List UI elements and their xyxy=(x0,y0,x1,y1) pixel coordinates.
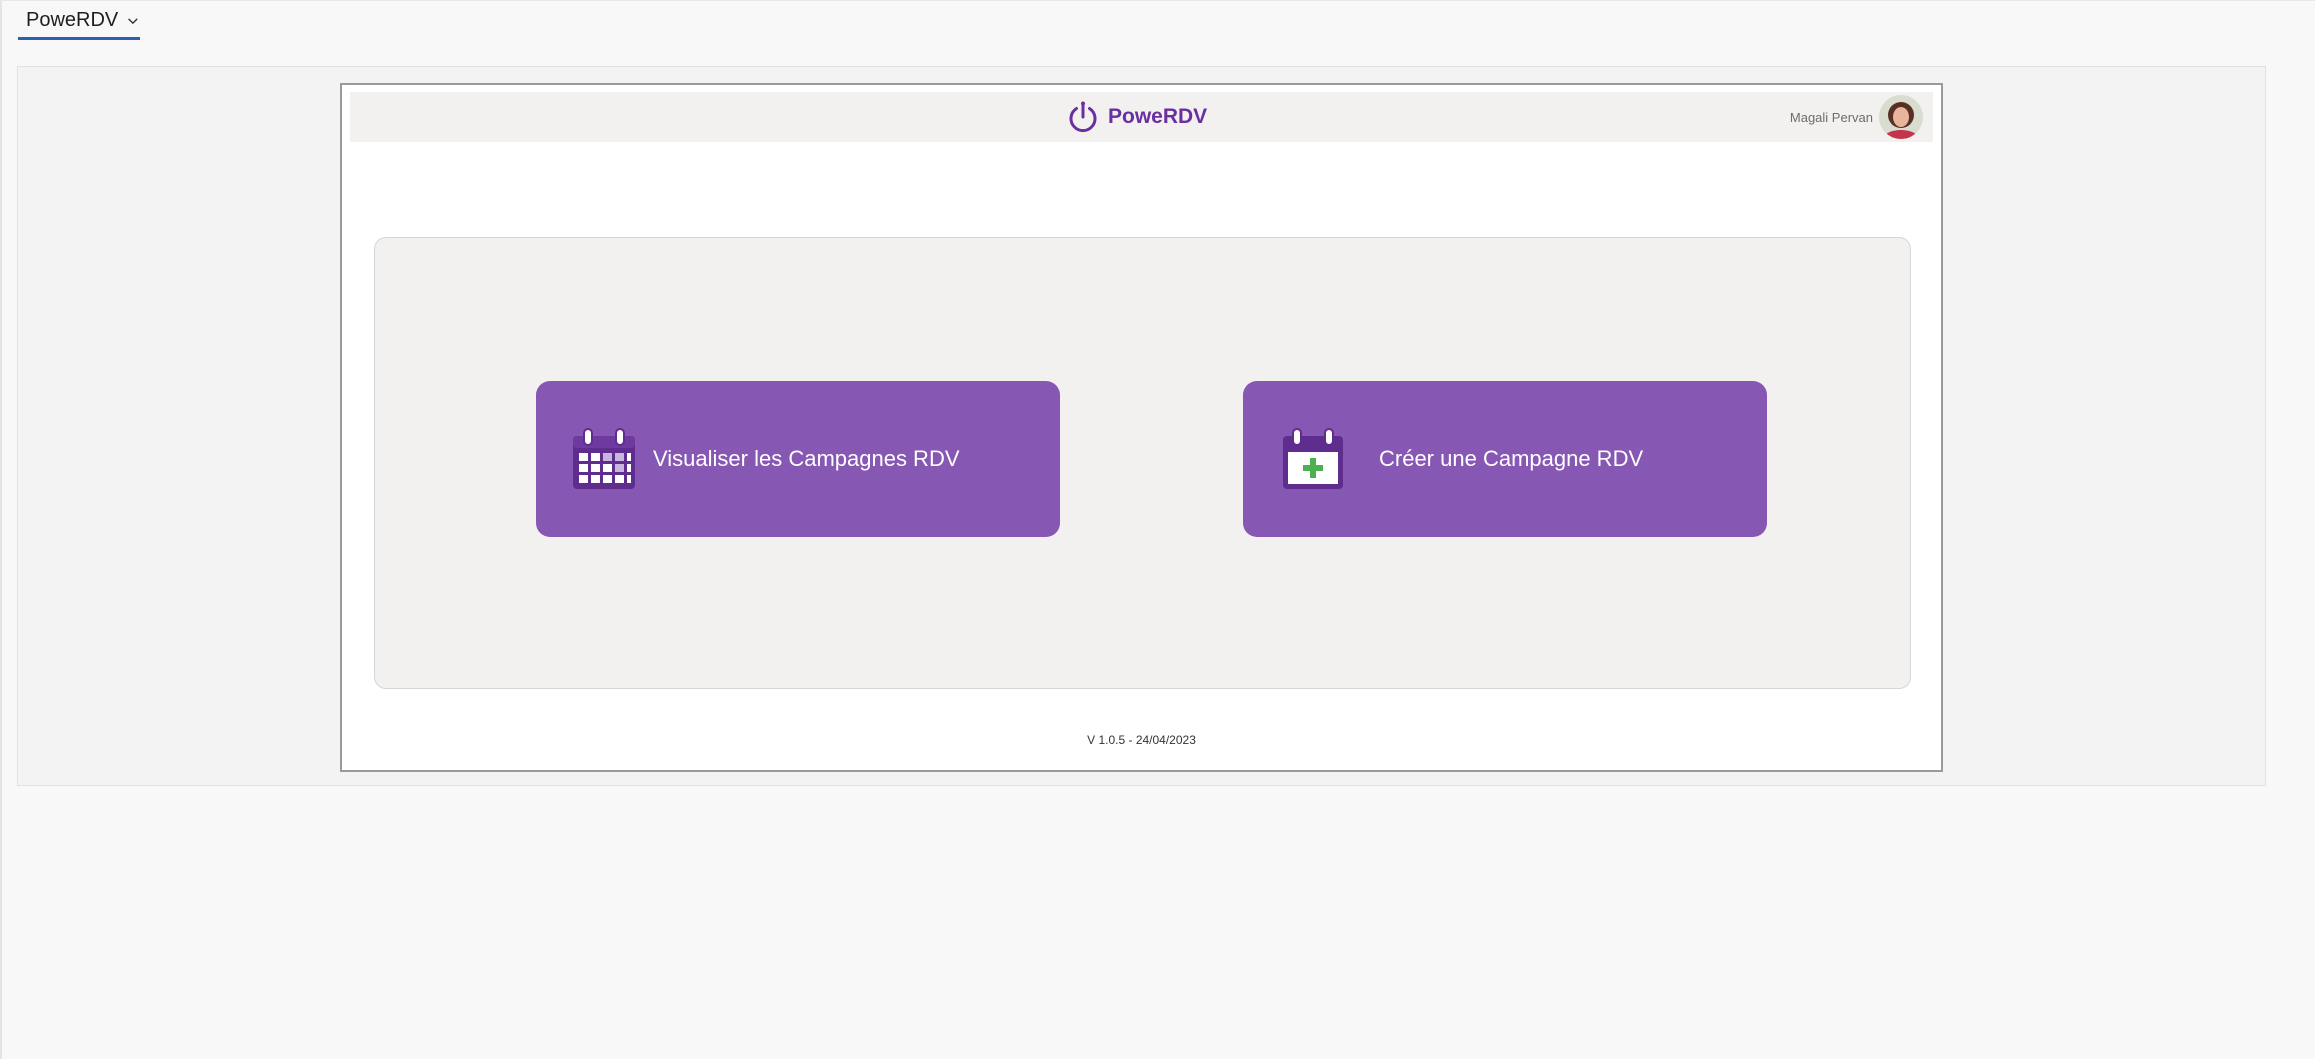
avatar[interactable] xyxy=(1879,95,1923,139)
stopwatch-icon xyxy=(1069,101,1097,133)
app-header: PoweRDV Magali Pervan xyxy=(350,92,1933,142)
create-campaign-label: Créer une Campagne RDV xyxy=(1379,446,1644,471)
app-frame: PoweRDV Magali Pervan Visualiser les Cam… xyxy=(340,83,1943,772)
calendar-add-icon xyxy=(1283,428,1343,489)
user-name: Magali Pervan xyxy=(1789,109,1873,125)
brand-title: PoweRDV xyxy=(1108,105,1208,128)
window-left-border xyxy=(0,0,2,1059)
window-top-border xyxy=(0,0,2315,1)
brand: PoweRDV xyxy=(1066,92,1207,142)
version-label: V 1.0.5 - 24/04/2023 xyxy=(1087,733,1196,747)
chevron-down-icon xyxy=(128,17,138,24)
calendar-grid-icon xyxy=(573,428,635,489)
user-profile[interactable]: Magali Pervan xyxy=(1790,95,1923,139)
menu-card: Visualiser les Campagnes RDV Créer une C… xyxy=(374,237,1911,689)
view-campaigns-label: Visualiser les Campagnes RDV xyxy=(653,446,960,471)
app-selector-label: PoweRDV xyxy=(26,9,119,31)
create-campaign-button[interactable]: Créer une Campagne RDV xyxy=(1243,381,1767,537)
app-selector-dropdown[interactable]: PoweRDV xyxy=(18,4,140,40)
view-campaigns-button[interactable]: Visualiser les Campagnes RDV xyxy=(536,381,1060,537)
